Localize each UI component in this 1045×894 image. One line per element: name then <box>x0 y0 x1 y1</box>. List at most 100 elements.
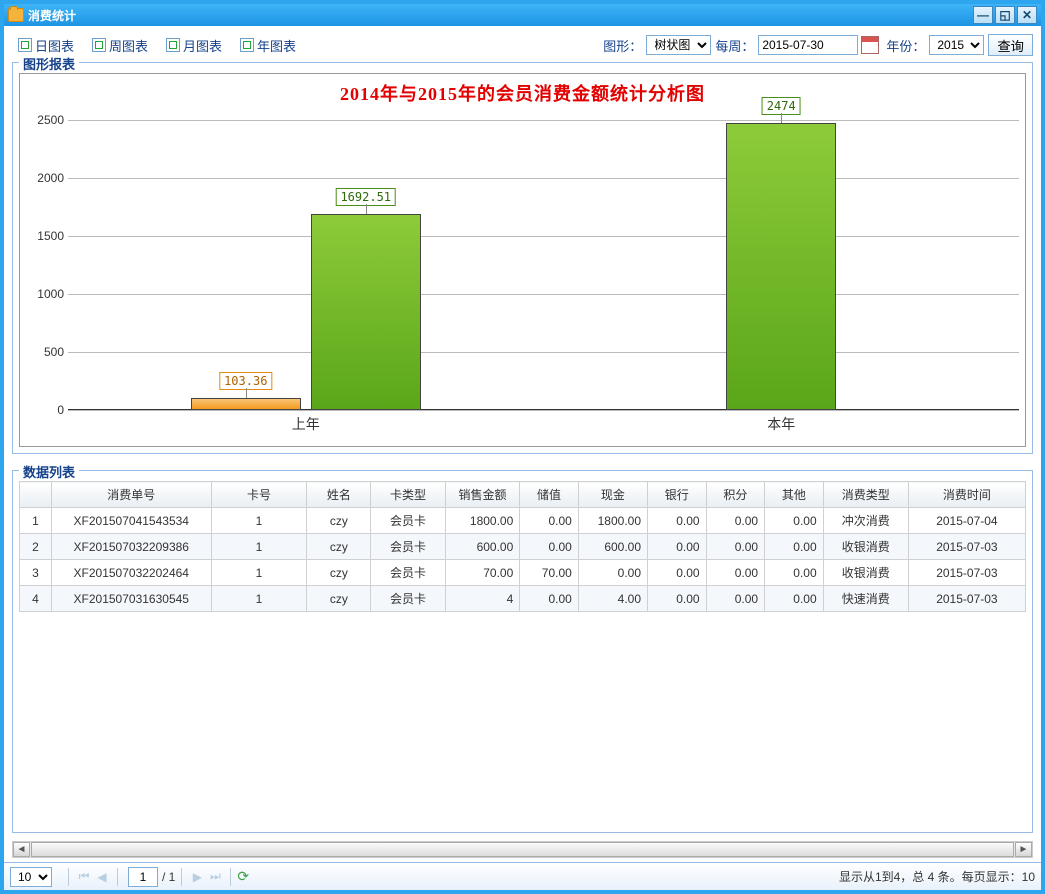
page-total-label: / 1 <box>162 870 175 884</box>
cell: 1 <box>211 508 307 534</box>
close-button[interactable]: ✕ <box>1017 6 1037 24</box>
chart-icon <box>18 38 32 52</box>
period-label: 每周： <box>715 36 754 55</box>
cell: czy <box>307 534 371 560</box>
chart-area: 05001000150020002500上年103.361692.51本年247… <box>26 110 1019 440</box>
col-header[interactable]: 现金 <box>578 482 647 508</box>
restore-button[interactable]: ◱ <box>995 6 1015 24</box>
col-header[interactable]: 姓名 <box>307 482 371 508</box>
page-last-button[interactable]: ⏭ <box>206 868 224 886</box>
refresh-button[interactable]: ⟳ <box>237 868 249 885</box>
cell: 1 <box>211 560 307 586</box>
col-header[interactable]: 银行 <box>648 482 707 508</box>
col-header[interactable]: 积分 <box>706 482 765 508</box>
chart-icon <box>92 38 106 52</box>
cell: 2015-07-03 <box>908 534 1025 560</box>
col-header[interactable]: 消费单号 <box>51 482 211 508</box>
table-row[interactable]: 1XF2015070415435341czy会员卡1800.000.001800… <box>20 508 1026 534</box>
data-panel: 数据列表 消费单号卡号姓名卡类型销售金额储值现金银行积分其他消费类型消费时间 1… <box>12 470 1033 833</box>
year-select[interactable]: 2015 <box>929 35 984 55</box>
cell: czy <box>307 560 371 586</box>
col-header[interactable]: 消费时间 <box>908 482 1025 508</box>
table-scroll[interactable]: 消费单号卡号姓名卡类型销售金额储值现金银行积分其他消费类型消费时间 1XF201… <box>19 481 1026 654</box>
cell: 0.00 <box>706 534 765 560</box>
cell: 会员卡 <box>371 534 446 560</box>
year-chart-label: 年图表 <box>257 36 296 55</box>
pager: 10 ⏮ ◀ / 1 ▶ ⏭ ⟳ 显示从1到4，总 4 条。每页显示：10 <box>4 862 1041 890</box>
col-header[interactable]: 储值 <box>520 482 579 508</box>
chart-bar <box>191 398 301 410</box>
scroll-thumb[interactable] <box>31 842 1014 857</box>
cell: 0.00 <box>648 586 707 612</box>
cell: XF201507032202464 <box>51 560 211 586</box>
minimize-button[interactable]: — <box>973 6 993 24</box>
cell: XF201507041543534 <box>51 508 211 534</box>
col-header[interactable]: 卡号 <box>211 482 307 508</box>
year-chart-button[interactable]: 年图表 <box>234 34 302 57</box>
week-chart-button[interactable]: 周图表 <box>86 34 154 57</box>
cell: 600.00 <box>578 534 647 560</box>
cell: 1 <box>211 586 307 612</box>
toolbar: 日图表 周图表 月图表 年图表 图形： 树状图 每周： 年份： <box>12 32 1033 58</box>
cell: 4 <box>20 586 52 612</box>
scroll-right-button[interactable]: ► <box>1015 842 1032 857</box>
cell: 2015-07-03 <box>908 560 1025 586</box>
cell: 0.00 <box>706 586 765 612</box>
cell: 600.00 <box>445 534 520 560</box>
scroll-left-button[interactable]: ◄ <box>13 842 30 857</box>
day-chart-label: 日图表 <box>35 36 74 55</box>
folder-icon <box>8 8 24 22</box>
hscrollbar[interactable]: ◄ ► <box>12 841 1033 858</box>
chart-panel: 图形报表 2014年与2015年的会员消费金额统计分析图 05001000150… <box>12 62 1033 454</box>
shape-select[interactable]: 树状图 <box>646 35 711 55</box>
col-header[interactable]: 销售金额 <box>445 482 520 508</box>
titlebar: 消费统计 — ◱ ✕ <box>4 4 1041 26</box>
table-row[interactable]: 2XF2015070322093861czy会员卡600.000.00600.0… <box>20 534 1026 560</box>
chart-wrap: 2014年与2015年的会员消费金额统计分析图 0500100015002000… <box>19 73 1026 447</box>
table-row[interactable]: 4XF2015070316305451czy会员卡40.004.000.000.… <box>20 586 1026 612</box>
cell: 会员卡 <box>371 560 446 586</box>
cell: 0.00 <box>765 560 824 586</box>
data-table: 消费单号卡号姓名卡类型销售金额储值现金银行积分其他消费类型消费时间 1XF201… <box>19 481 1026 612</box>
cell: czy <box>307 508 371 534</box>
col-header[interactable] <box>20 482 52 508</box>
cell: 0.00 <box>765 508 824 534</box>
cell: XF201507031630545 <box>51 586 211 612</box>
cell: 0.00 <box>648 508 707 534</box>
pager-summary: 显示从1到4，总 4 条。每页显示：10 <box>839 868 1035 885</box>
table-row[interactable]: 3XF2015070322024641czy会员卡70.0070.000.000… <box>20 560 1026 586</box>
cell: 0.00 <box>648 534 707 560</box>
chart-bar <box>726 123 836 410</box>
cell: 0.00 <box>578 560 647 586</box>
cell: 0.00 <box>520 508 579 534</box>
cell: XF201507032209386 <box>51 534 211 560</box>
cell: 0.00 <box>765 534 824 560</box>
cell: 冲次消费 <box>823 508 908 534</box>
page-next-button[interactable]: ▶ <box>188 868 206 886</box>
col-header[interactable]: 卡类型 <box>371 482 446 508</box>
app-window: 消费统计 — ◱ ✕ 日图表 周图表 月图表 年图表 <box>0 0 1045 894</box>
date-input[interactable] <box>758 35 858 55</box>
month-chart-button[interactable]: 月图表 <box>160 34 228 57</box>
cell: 收银消费 <box>823 534 908 560</box>
cell: 收银消费 <box>823 560 908 586</box>
chart-title: 2014年与2015年的会员消费金额统计分析图 <box>26 80 1019 106</box>
cell: 4.00 <box>578 586 647 612</box>
cell: 1 <box>20 508 52 534</box>
col-header[interactable]: 其他 <box>765 482 824 508</box>
page-prev-button[interactable]: ◀ <box>93 868 111 886</box>
page-first-button[interactable]: ⏮ <box>75 868 93 886</box>
window-title: 消费统计 <box>28 7 76 24</box>
query-button[interactable]: 查询 <box>988 34 1033 56</box>
page-current-input[interactable] <box>128 867 158 887</box>
calendar-icon[interactable] <box>861 36 879 54</box>
cell: 0.00 <box>706 560 765 586</box>
cell: 1800.00 <box>578 508 647 534</box>
page-size-select[interactable]: 10 <box>10 867 52 887</box>
cell: 2015-07-03 <box>908 586 1025 612</box>
cell: 0.00 <box>765 586 824 612</box>
col-header[interactable]: 消费类型 <box>823 482 908 508</box>
week-chart-label: 周图表 <box>109 36 148 55</box>
cell: 0.00 <box>520 534 579 560</box>
cell: 3 <box>20 560 52 586</box>
